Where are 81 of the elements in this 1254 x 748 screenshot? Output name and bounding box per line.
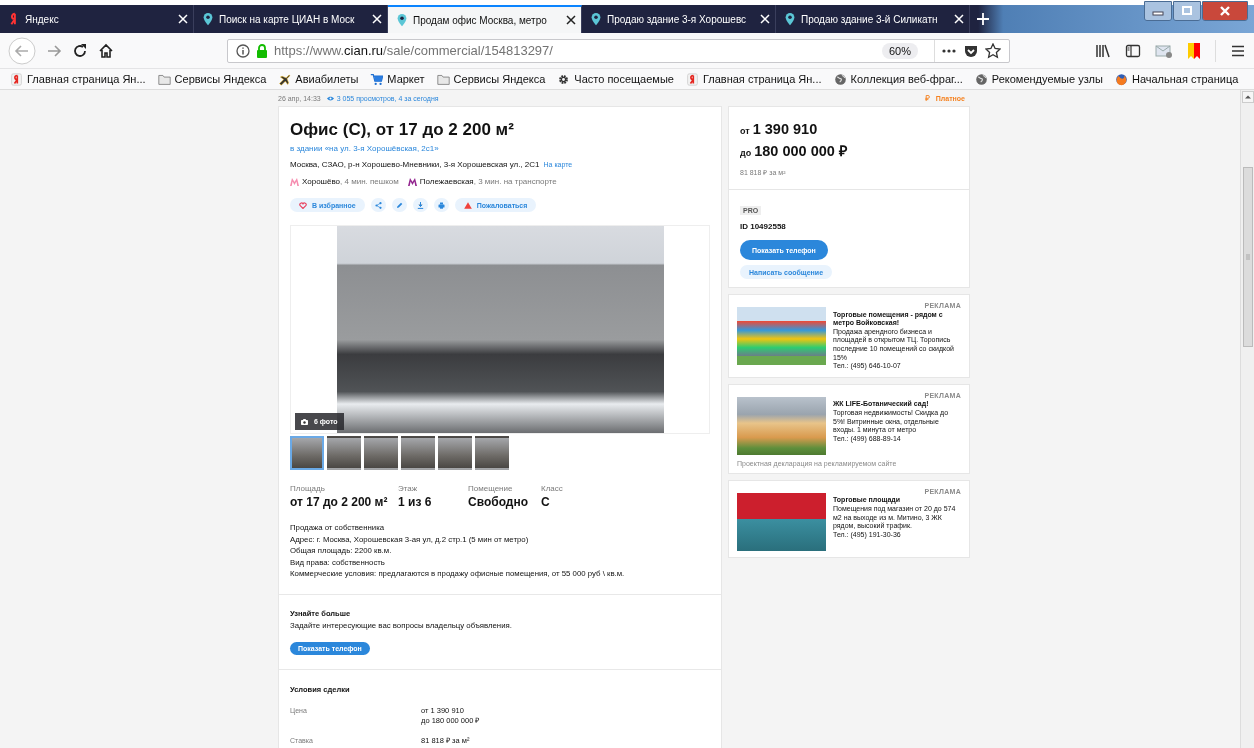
map-pin-icon [395, 13, 409, 27]
download-icon [416, 201, 424, 209]
fact-label: Класс [541, 484, 564, 494]
globe-icon [974, 72, 988, 86]
reload-icon[interactable] [72, 42, 88, 59]
info-icon[interactable] [236, 43, 250, 58]
fox-globe-icon [1114, 72, 1128, 86]
print-button[interactable] [433, 198, 449, 212]
address-text: Москва, СЗАО, р-н Хорошево-Мневники, 3-я Хорошевская ул., 2С1 [290, 159, 540, 171]
photo-thumbnail[interactable] [364, 436, 398, 470]
bookmark-item[interactable]: Сервисы Яндекса [436, 72, 546, 86]
map-pin-icon [201, 12, 215, 26]
camera-icon [301, 418, 308, 425]
bookmark-item[interactable]: Авиабилеты [278, 72, 359, 86]
minimize-icon[interactable] [1144, 1, 1172, 21]
eye-icon [326, 95, 334, 101]
fact-value: Свободно [468, 494, 529, 510]
airplane-icon [278, 72, 292, 86]
photo-thumbnail[interactable] [401, 436, 435, 470]
home-icon[interactable] [98, 42, 114, 59]
bookmark-item[interactable]: Начальная страница [1114, 72, 1239, 86]
photo-thumbnail[interactable] [327, 436, 361, 470]
building-link[interactable]: в здании «на ул. 3-я Хорошёвская, 2с1» [290, 143, 439, 155]
logo-icon [10, 72, 23, 86]
price-prefix: от [740, 125, 750, 138]
bookmark-item[interactable]: Коллекция веб-фраг... [833, 72, 963, 86]
download-button[interactable] [412, 198, 428, 212]
gear-icon [557, 72, 571, 86]
close-icon[interactable] [566, 15, 576, 25]
pencil-icon [395, 201, 403, 209]
printer-icon [437, 201, 445, 209]
fact-label: Помещение [468, 484, 514, 494]
folder-icon [157, 72, 171, 86]
star-icon[interactable] [985, 42, 1001, 59]
bookmark-item[interactable]: Главная страница Ян... [685, 72, 822, 86]
mail-icon[interactable] [1155, 42, 1173, 59]
zoom-level[interactable]: 60% [881, 42, 918, 59]
url-field[interactable]: https://www.cian.ru/sale/commercial/154813297/ [274, 43, 876, 58]
photo-thumbnail[interactable] [475, 436, 509, 470]
fact-value: от 17 до 2 200 м² [290, 494, 389, 510]
new-tab-icon[interactable] [976, 12, 990, 26]
lock-icon [256, 43, 268, 58]
scrollbar[interactable] [1240, 90, 1254, 748]
globe-icon [833, 72, 847, 86]
scroll-thumb[interactable] [1242, 167, 1253, 347]
fact-label: Площадь [290, 484, 326, 494]
bookmark-flag-icon[interactable] [1187, 41, 1201, 60]
price-value: 1 390 910 [752, 120, 818, 139]
folder-icon [436, 72, 450, 86]
restore-icon[interactable] [1173, 1, 1201, 21]
shopping-cart-icon [370, 72, 384, 86]
fact-value: С [541, 494, 551, 510]
warning-icon [463, 201, 472, 209]
share-icon [374, 201, 382, 209]
fact-value: 1 из 6 [398, 494, 433, 510]
fact-label: Этаж [398, 484, 419, 494]
browser-tab[interactable]: Продам офис Москва, метро [388, 5, 582, 33]
logo-icon [685, 72, 699, 86]
heart-icon [299, 201, 307, 209]
bookmark-item[interactable]: Рекомендуемые узлы [974, 72, 1103, 86]
metro-station: Полежаевская, 3 мин. на транспорте [419, 176, 557, 188]
photo-thumbnail[interactable] [438, 436, 472, 470]
share-button[interactable] [370, 198, 386, 212]
map-pin-icon [589, 12, 603, 26]
scroll-up-icon[interactable] [1241, 91, 1254, 103]
metro-station: Хорошёво, 4 мин. пешком [302, 176, 399, 188]
price-prefix: до [740, 147, 752, 160]
bookmark-item[interactable]: Сервисы Яндекса [157, 72, 267, 86]
map-pin-icon [783, 12, 797, 26]
agent-id: ID 10492558 [740, 222, 787, 231]
bookmark-item[interactable]: Главная страница Ян... [10, 72, 146, 86]
ruble-icon [924, 95, 930, 101]
library-icon[interactable] [1095, 42, 1111, 59]
bookmark-item[interactable]: Маркет [370, 72, 425, 86]
listing-title: Офис (С), от 17 до 2 200 м² [290, 119, 515, 141]
edit-button[interactable] [391, 198, 407, 212]
price-value: 180 000 000 ₽ [754, 142, 847, 161]
forward-icon[interactable] [46, 42, 62, 59]
photo-thumbnail[interactable] [290, 436, 324, 470]
bookmark-item[interactable]: Часто посещаемые [557, 72, 674, 86]
sidebar-icon[interactable] [1125, 42, 1141, 59]
